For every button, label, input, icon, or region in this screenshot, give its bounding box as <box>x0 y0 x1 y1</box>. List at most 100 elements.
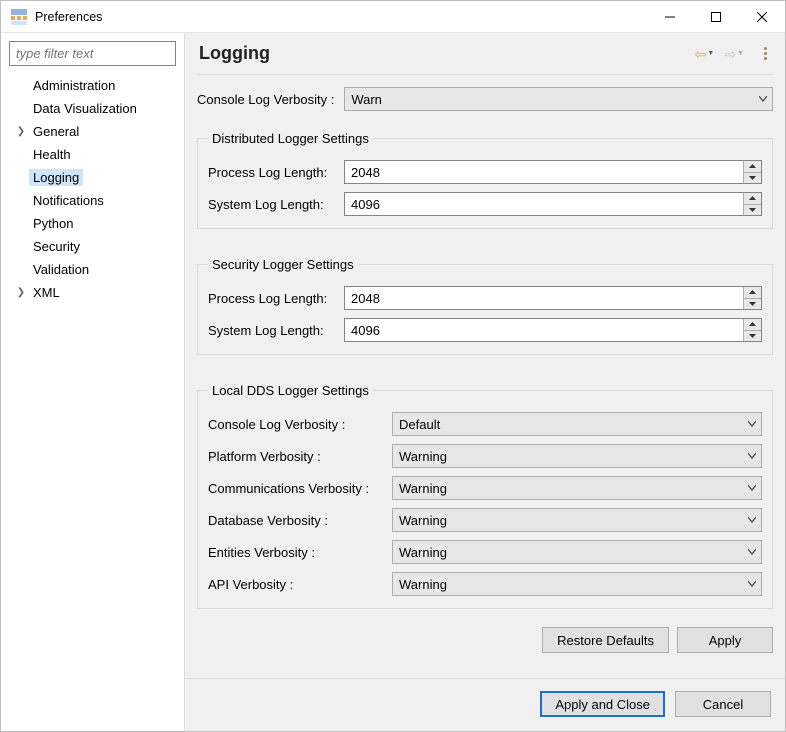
spin-up-button[interactable] <box>744 287 761 299</box>
sec-process-len-spinner[interactable]: 2048 <box>344 286 762 310</box>
field-label: System Log Length: <box>208 197 344 212</box>
chevron-down-icon <box>743 445 761 467</box>
local-api-verbosity-row: API Verbosity : Warning <box>208 572 762 596</box>
view-menu-button[interactable] <box>758 45 773 62</box>
spinner-buttons <box>743 193 761 215</box>
chevron-down-icon <box>743 541 761 563</box>
dot-icon <box>764 52 767 55</box>
console-verbosity-label: Console Log Verbosity : <box>197 92 334 107</box>
window-title: Preferences <box>35 10 647 24</box>
dropdown-value: Warning <box>393 445 743 467</box>
dot-icon <box>764 57 767 60</box>
dist-system-len-spinner[interactable]: 4096 <box>344 192 762 216</box>
close-button[interactable] <box>739 1 785 32</box>
apply-and-close-button[interactable]: Apply and Close <box>540 691 665 717</box>
minimize-button[interactable] <box>647 1 693 32</box>
dropdown-value: Warning <box>393 509 743 531</box>
spinner-buttons <box>743 319 761 341</box>
cancel-button[interactable]: Cancel <box>675 691 771 717</box>
spin-down-button[interactable] <box>744 205 761 216</box>
spinner-value: 2048 <box>345 287 743 309</box>
spinner-buttons <box>743 287 761 309</box>
apply-button[interactable]: Apply <box>677 627 773 653</box>
local-platform-verbosity-row: Platform Verbosity : Warning <box>208 444 762 468</box>
dropdown-value: Warning <box>393 573 743 595</box>
field-label: Process Log Length: <box>208 165 344 180</box>
field-label: API Verbosity : <box>208 577 392 592</box>
distributed-logger-group: Distributed Logger Settings Process Log … <box>197 131 773 229</box>
field-label: Process Log Length: <box>208 291 344 306</box>
content-pane: Logging ⇦ ▼ ⇨ ▼ Console Log Ver <box>185 33 785 731</box>
field-label: System Log Length: <box>208 323 344 338</box>
tree-item-general[interactable]: ❯General <box>5 120 180 143</box>
chevron-down-icon <box>743 573 761 595</box>
chevron-down-icon <box>754 88 772 110</box>
local-database-verbosity-row: Database Verbosity : Warning <box>208 508 762 532</box>
sec-process-len-row: Process Log Length: 2048 <box>208 286 762 310</box>
chevron-right-icon[interactable]: ❯ <box>15 126 27 137</box>
group-legend: Distributed Logger Settings <box>208 131 373 146</box>
spinner-value: 2048 <box>345 161 743 183</box>
forward-button[interactable]: ⇨ ▼ <box>722 45 752 63</box>
spin-down-button[interactable] <box>744 331 761 342</box>
dropdown-value: Warning <box>393 541 743 563</box>
local-console-verbosity-dropdown[interactable]: Default <box>392 412 762 436</box>
tree-item-logging[interactable]: Logging <box>5 166 180 189</box>
local-console-verbosity-row: Console Log Verbosity : Default <box>208 412 762 436</box>
tree-item-python[interactable]: Python <box>5 212 180 235</box>
chevron-down-icon <box>743 477 761 499</box>
chevron-down-icon <box>743 413 761 435</box>
titlebar: Preferences <box>1 1 785 33</box>
local-platform-verbosity-dropdown[interactable]: Warning <box>392 444 762 468</box>
preferences-tree: Administration Data Visualization ❯Gener… <box>5 72 180 725</box>
spin-up-button[interactable] <box>744 193 761 205</box>
spin-down-button[interactable] <box>744 299 761 310</box>
field-label: Communications Verbosity : <box>208 481 392 496</box>
dropdown-value: Warn <box>345 88 754 110</box>
preferences-window: Preferences Administration Data Visualiz… <box>0 0 786 732</box>
app-icon <box>11 9 27 25</box>
dropdown-caret-icon: ▼ <box>737 50 744 57</box>
tree-item-data-visualization[interactable]: Data Visualization <box>5 97 180 120</box>
spin-down-button[interactable] <box>744 173 761 184</box>
chevron-right-icon[interactable]: ❯ <box>15 287 27 298</box>
back-button[interactable]: ⇦ ▼ <box>693 45 723 63</box>
tree-item-notifications[interactable]: Notifications <box>5 189 180 212</box>
console-verbosity-row: Console Log Verbosity : Warn <box>197 87 773 111</box>
tree-item-validation[interactable]: Validation <box>5 258 180 281</box>
tree-item-health[interactable]: Health <box>5 143 180 166</box>
field-label: Database Verbosity : <box>208 513 392 528</box>
local-entities-verbosity-row: Entities Verbosity : Warning <box>208 540 762 564</box>
spin-up-button[interactable] <box>744 319 761 331</box>
tree-item-xml[interactable]: ❯XML <box>5 281 180 304</box>
local-communications-verbosity-dropdown[interactable]: Warning <box>392 476 762 500</box>
filter-box <box>9 41 176 66</box>
spinner-buttons <box>743 161 761 183</box>
tree-item-administration[interactable]: Administration <box>5 74 180 97</box>
filter-input[interactable] <box>9 41 176 66</box>
arrow-left-icon: ⇦ <box>695 47 707 61</box>
tree-item-security[interactable]: Security <box>5 235 180 258</box>
local-entities-verbosity-dropdown[interactable]: Warning <box>392 540 762 564</box>
dist-process-len-row: Process Log Length: 2048 <box>208 160 762 184</box>
page-title: Logging <box>199 43 693 64</box>
console-verbosity-dropdown[interactable]: Warn <box>344 87 773 111</box>
local-database-verbosity-dropdown[interactable]: Warning <box>392 508 762 532</box>
sec-system-len-spinner[interactable]: 4096 <box>344 318 762 342</box>
dot-icon <box>764 47 767 50</box>
dist-process-len-spinner[interactable]: 2048 <box>344 160 762 184</box>
spinner-value: 4096 <box>345 193 743 215</box>
restore-defaults-button[interactable]: Restore Defaults <box>542 627 669 653</box>
dropdown-value: Default <box>393 413 743 435</box>
page-header: Logging ⇦ ▼ ⇨ ▼ <box>185 33 785 68</box>
group-legend: Local DDS Logger Settings <box>208 383 373 398</box>
maximize-button[interactable] <box>693 1 739 32</box>
spin-up-button[interactable] <box>744 161 761 173</box>
spinner-value: 4096 <box>345 319 743 341</box>
local-api-verbosity-dropdown[interactable]: Warning <box>392 572 762 596</box>
chevron-down-icon <box>743 509 761 531</box>
arrow-right-icon: ⇨ <box>724 47 736 61</box>
field-label: Platform Verbosity : <box>208 449 392 464</box>
field-label: Entities Verbosity : <box>208 545 392 560</box>
field-label: Console Log Verbosity : <box>208 417 392 432</box>
